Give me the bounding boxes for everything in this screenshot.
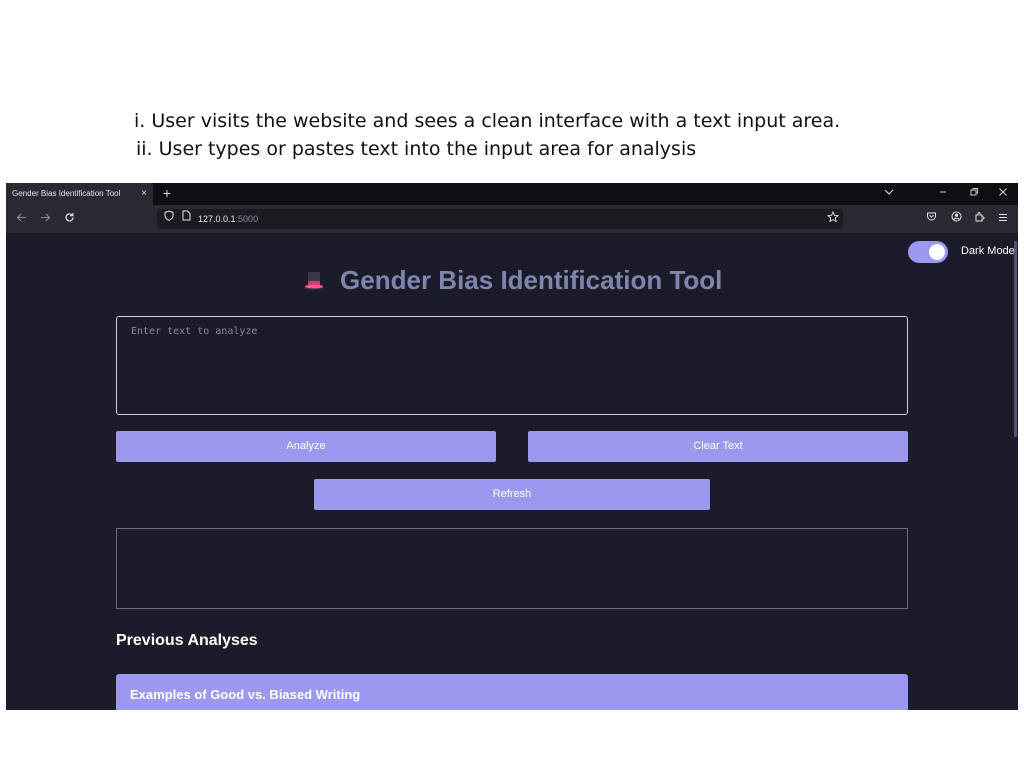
text-input[interactable] [116,316,908,415]
toggle-knob [929,244,945,260]
restore-icon[interactable] [966,183,982,205]
analysis-result-box [116,528,908,609]
previous-analyses-heading: Previous Analyses [116,632,258,649]
extensions-icon[interactable] [972,205,986,233]
url-host: 127.0.0.1 [198,214,236,224]
tab-close-icon[interactable]: × [138,183,150,205]
star-icon[interactable] [826,209,840,229]
caption-step-2: ii. User types or pastes text into the i… [136,138,697,160]
refresh-button[interactable]: Refresh [314,479,710,510]
hamburger-menu-icon[interactable] [996,205,1010,233]
forward-arrow-icon[interactable] [37,205,53,233]
browser-window: Gender Bias Identification Tool × + 127.… [6,183,1018,710]
pocket-icon[interactable] [924,205,938,233]
url-text: 127.0.0.1:5000 [198,209,258,229]
shield-icon[interactable] [163,209,175,229]
url-port: :5000 [235,214,259,224]
dark-mode-toggle[interactable] [908,241,948,263]
page-icon[interactable] [180,209,192,229]
browser-tab[interactable]: Gender Bias Identification Tool [6,183,153,205]
navigation-toolbar: 127.0.0.1:5000 [6,205,1018,233]
page-content: Dark Mode Gender Bias Identification Too… [6,233,1018,710]
analyze-button[interactable]: Analyze [116,431,496,462]
clear-text-button[interactable]: Clear Text [528,431,908,462]
address-bar[interactable]: 127.0.0.1:5000 [157,209,843,229]
new-tab-icon[interactable]: + [161,183,173,205]
examples-label: Examples of Good vs. Biased Writing [130,687,361,702]
page-title-row: Gender Bias Identification Tool [6,265,1018,297]
caption-step-1: i. User visits the website and sees a cl… [134,110,841,132]
minimize-icon[interactable] [935,183,951,205]
account-icon[interactable] [949,205,963,233]
examples-section-header[interactable]: Examples of Good vs. Biased Writing [116,674,908,710]
dark-mode-label: Dark Mode [961,245,1015,257]
close-icon[interactable] [995,183,1011,205]
reload-icon[interactable] [61,205,77,233]
tab-bar: Gender Bias Identification Tool × + [6,183,1018,205]
back-arrow-icon[interactable] [13,205,29,233]
page-title: Gender Bias Identification Tool [340,265,723,295]
top-hat-icon [302,269,326,293]
chevron-down-icon[interactable] [881,183,897,205]
tab-title: Gender Bias Identification Tool [12,189,121,198]
